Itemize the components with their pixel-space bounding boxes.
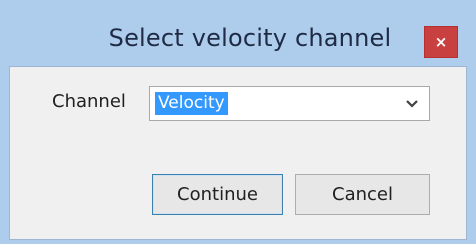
- dialog-window: Select velocity channel × Channel Veloci…: [0, 0, 476, 244]
- chevron-down-icon[interactable]: [405, 98, 419, 110]
- cancel-button[interactable]: Cancel: [295, 174, 430, 215]
- close-button[interactable]: ×: [424, 26, 458, 58]
- dialog-title: Select velocity channel: [108, 24, 392, 52]
- channel-selected-value: Velocity: [155, 92, 228, 115]
- close-icon: ×: [434, 33, 448, 51]
- channel-select[interactable]: Velocity: [149, 86, 430, 121]
- continue-button[interactable]: Continue: [152, 174, 283, 215]
- channel-label: Channel: [52, 91, 126, 112]
- title-bar[interactable]: Select velocity channel ×: [0, 0, 476, 66]
